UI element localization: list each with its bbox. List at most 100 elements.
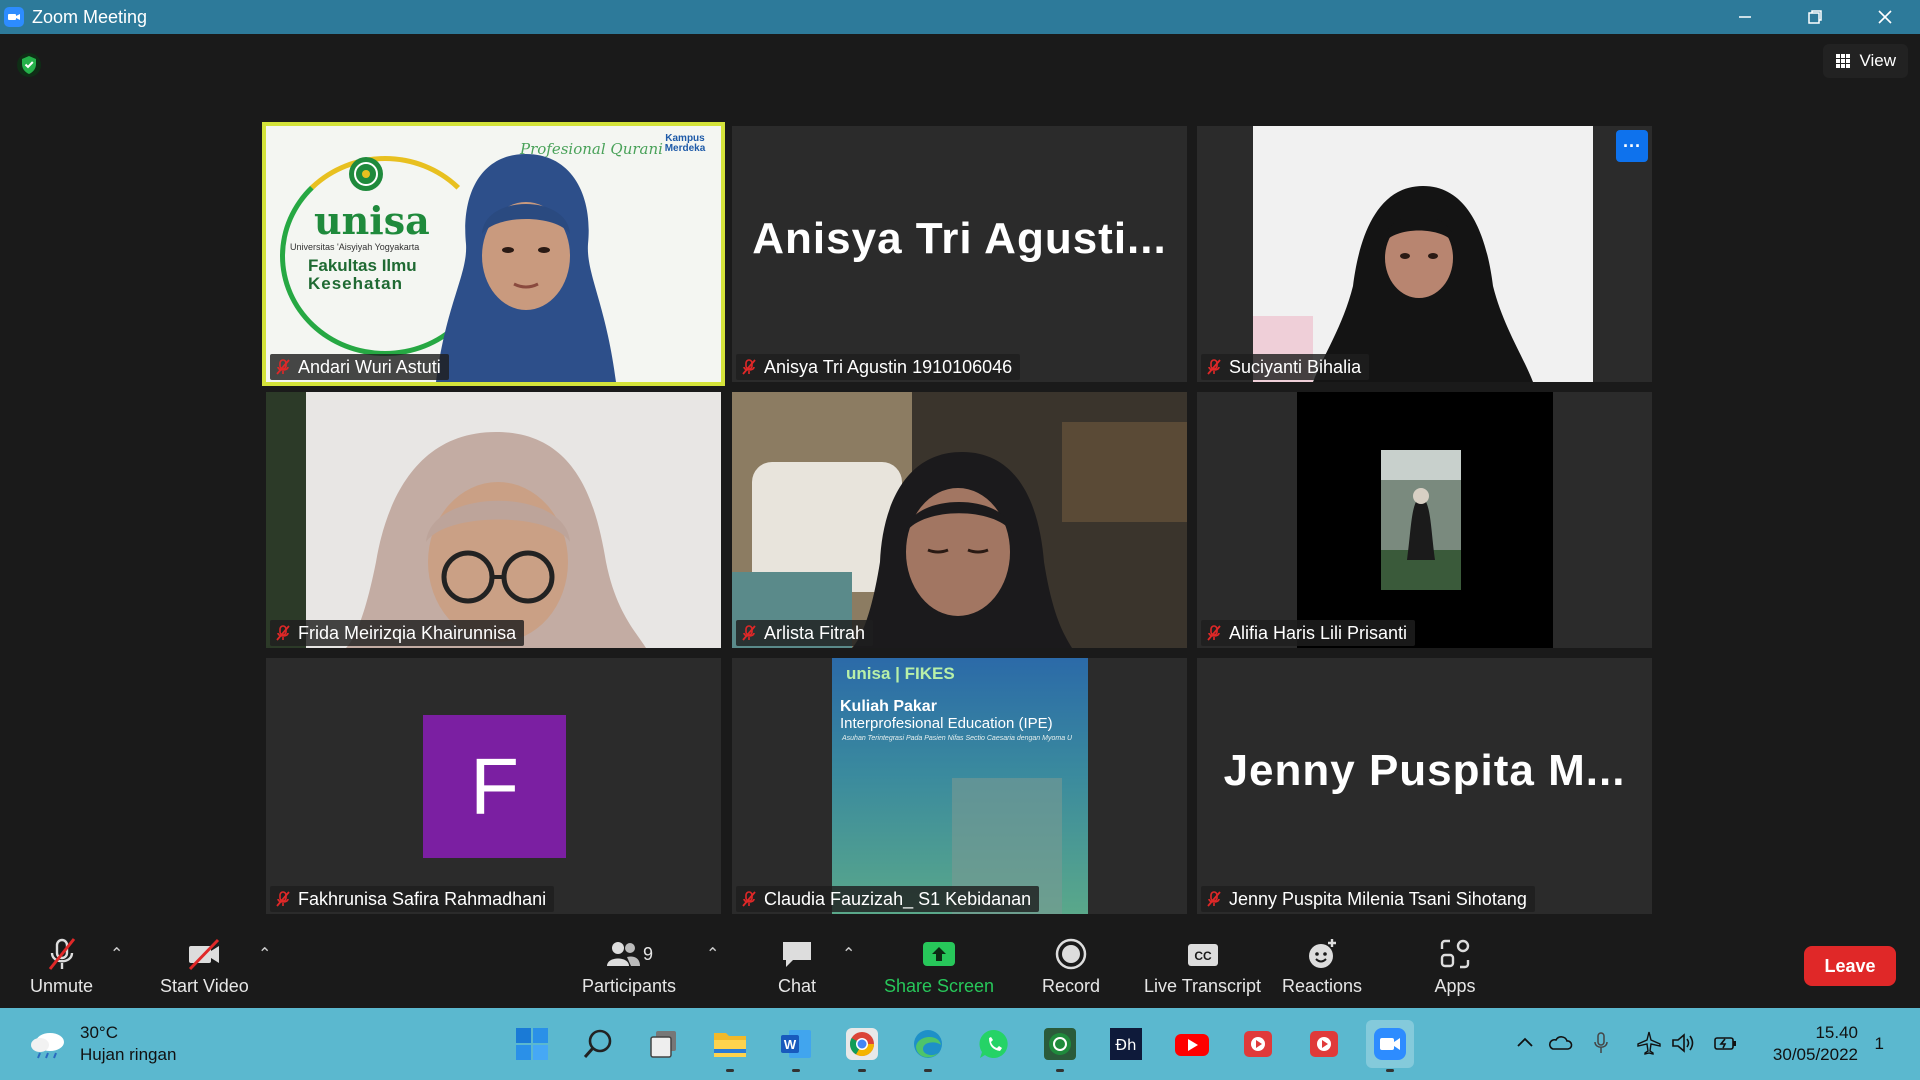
muted-mic-icon — [1207, 359, 1221, 375]
record-icon — [1055, 938, 1087, 970]
speaker-volume-icon[interactable] — [1670, 1030, 1696, 1056]
video-off-icon — [189, 938, 220, 971]
zoom-taskbar-button[interactable] — [1366, 1020, 1414, 1072]
participant-video-alifia — [1381, 450, 1461, 590]
close-button[interactable] — [1850, 0, 1920, 34]
battery-charging-icon[interactable] — [1712, 1030, 1738, 1056]
video-tile-anisya[interactable]: Anisya Tri Agusti... Anisya Tri Agustin … — [732, 126, 1187, 382]
restore-button[interactable] — [1780, 0, 1850, 34]
task-view-button[interactable] — [640, 1020, 688, 1068]
dh-app-button[interactable]: Ðh — [1102, 1020, 1150, 1068]
restore-icon — [1808, 10, 1822, 24]
participant-name: Fakhrunisa Safira Rahmadhani — [298, 888, 547, 909]
rain-cloud-icon — [31, 1033, 64, 1059]
participants-button[interactable]: 9 Participants — [582, 934, 676, 997]
windows-taskbar: 30°C Hujan ringan W Ðh 15.40 30/05/2022 … — [0, 1008, 1920, 1080]
chat-options-chevron-icon[interactable]: ⌃ — [842, 944, 855, 964]
share-screen-button[interactable]: Share Screen — [884, 934, 994, 997]
youtube-button[interactable] — [1168, 1020, 1216, 1068]
onedrive-cloud-icon[interactable] — [1547, 1030, 1573, 1056]
title-bar: Zoom Meeting — [0, 0, 1920, 34]
audio-options-chevron-icon[interactable]: ⌃ — [110, 944, 123, 964]
minimize-button[interactable] — [1710, 0, 1780, 34]
muted-mic-icon — [276, 359, 290, 375]
faculty-line-2: Kesehatan — [308, 274, 403, 293]
chevron-up-icon[interactable] — [1512, 1030, 1538, 1056]
zoom-app-icon — [4, 7, 24, 27]
record-label: Record — [1042, 976, 1101, 996]
video-tile-arlista[interactable]: Arlista Fitrah — [732, 392, 1187, 648]
running-indicator — [792, 1069, 800, 1072]
avatar-initial: F — [470, 741, 519, 831]
university-name: Universitas 'Aisyiyah Yogyakarta — [290, 242, 420, 252]
video-player-button-2[interactable] — [1300, 1020, 1348, 1068]
apps-label: Apps — [1434, 976, 1476, 996]
muted-mic-icon — [1207, 625, 1221, 641]
muted-mic-icon — [742, 359, 756, 375]
weather-condition: Hujan ringan — [80, 1045, 177, 1064]
reactions-button[interactable]: Reactions — [1282, 934, 1362, 997]
microphone-icon[interactable] — [1588, 1030, 1614, 1056]
more-options-icon: ··· — [1623, 135, 1641, 156]
system-clock[interactable]: 15.40 30/05/2022 — [1773, 1022, 1858, 1066]
unisa-app-icon — [1044, 1028, 1076, 1060]
record-button[interactable]: Record — [1042, 934, 1100, 997]
unisa-app-button[interactable] — [1036, 1020, 1084, 1072]
participant-video-frida — [266, 392, 721, 648]
video-tile-claudia[interactable]: unisa | FIKES Kuliah Pakar Interprofesio… — [732, 658, 1187, 914]
svg-text:W: W — [784, 1037, 797, 1052]
video-tile-frida[interactable]: Frida Meirizqia Khairunnisa — [266, 392, 721, 648]
start-video-button[interactable]: Start Video — [160, 934, 249, 997]
running-indicator — [1056, 1069, 1064, 1072]
name-tag: Fakhrunisa Safira Rahmadhani — [270, 886, 555, 912]
file-explorer-button[interactable] — [706, 1020, 754, 1072]
share-screen-label: Share Screen — [884, 976, 995, 996]
youtube-icon — [1175, 1034, 1209, 1056]
participant-name: Jenny Puspita Milenia Tsani Sihotang — [1229, 888, 1527, 909]
live-transcript-label: Live Transcript — [1144, 976, 1262, 996]
edge-button[interactable] — [904, 1020, 952, 1072]
unmute-button[interactable]: Unmute — [30, 934, 93, 997]
chrome-button[interactable] — [838, 1020, 886, 1072]
task-view-icon — [650, 1031, 676, 1058]
airplane-mode-icon[interactable] — [1636, 1030, 1662, 1056]
more-options-button[interactable]: ··· — [1616, 130, 1648, 162]
muted-mic-icon — [742, 891, 756, 907]
security-shield-icon[interactable] — [16, 52, 42, 78]
name-tag: Anisya Tri Agustin 1910106046 — [736, 354, 1021, 380]
participant-name: Claudia Fauzizah_ S1 Kebidanan — [764, 888, 1032, 909]
muted-mic-icon — [1207, 891, 1221, 907]
video-tile-suciyanti[interactable]: ··· Suciyanti Bihalia — [1197, 126, 1652, 382]
participants-options-chevron-icon[interactable]: ⌃ — [706, 944, 719, 964]
zoom-icon — [1374, 1028, 1406, 1060]
search-icon — [583, 1029, 612, 1058]
windows-logo-icon — [516, 1028, 548, 1060]
apps-button[interactable]: Apps — [1432, 934, 1478, 997]
reactions-label: Reactions — [1282, 976, 1363, 996]
participants-count: 9 — [643, 943, 654, 964]
kampus-merdeka-badge: Kampus Merdeka — [664, 133, 706, 154]
video-tile-alifia[interactable]: Alifia Haris Lili Prisanti — [1197, 392, 1652, 648]
video-tile-jenny[interactable]: Jenny Puspita M... Jenny Puspita Milenia… — [1197, 658, 1652, 914]
leave-button[interactable]: Leave — [1804, 946, 1896, 986]
video-tile-andari[interactable]: Profesional Qurani Kampus Merdeka unisa … — [262, 122, 725, 386]
video-tile-fakhrunisa[interactable]: F Fakhrunisa Safira Rahmadhani — [266, 658, 721, 914]
running-indicator — [858, 1069, 866, 1072]
chrome-icon — [846, 1028, 878, 1060]
whatsapp-button[interactable] — [970, 1020, 1018, 1068]
video-options-chevron-icon[interactable]: ⌃ — [258, 944, 271, 964]
search-button[interactable] — [574, 1020, 622, 1068]
notification-count[interactable]: 1 — [1875, 1034, 1884, 1054]
video-player-button-1[interactable] — [1234, 1020, 1282, 1068]
chat-button[interactable]: Chat — [774, 934, 820, 997]
start-button[interactable] — [508, 1020, 556, 1068]
muted-mic-icon — [276, 625, 290, 641]
edge-icon — [914, 1030, 942, 1058]
weather-widget[interactable]: 30°C Hujan ringan — [28, 1022, 176, 1066]
word-button[interactable]: W — [772, 1020, 820, 1072]
video-player-icon — [1244, 1031, 1272, 1057]
view-button[interactable]: View — [1823, 44, 1908, 78]
participant-name: Anisya Tri Agustin 1910106046 — [764, 356, 1013, 377]
live-transcript-button[interactable]: CC Live Transcript — [1144, 934, 1261, 997]
participant-video-suciyanti — [1253, 126, 1593, 382]
